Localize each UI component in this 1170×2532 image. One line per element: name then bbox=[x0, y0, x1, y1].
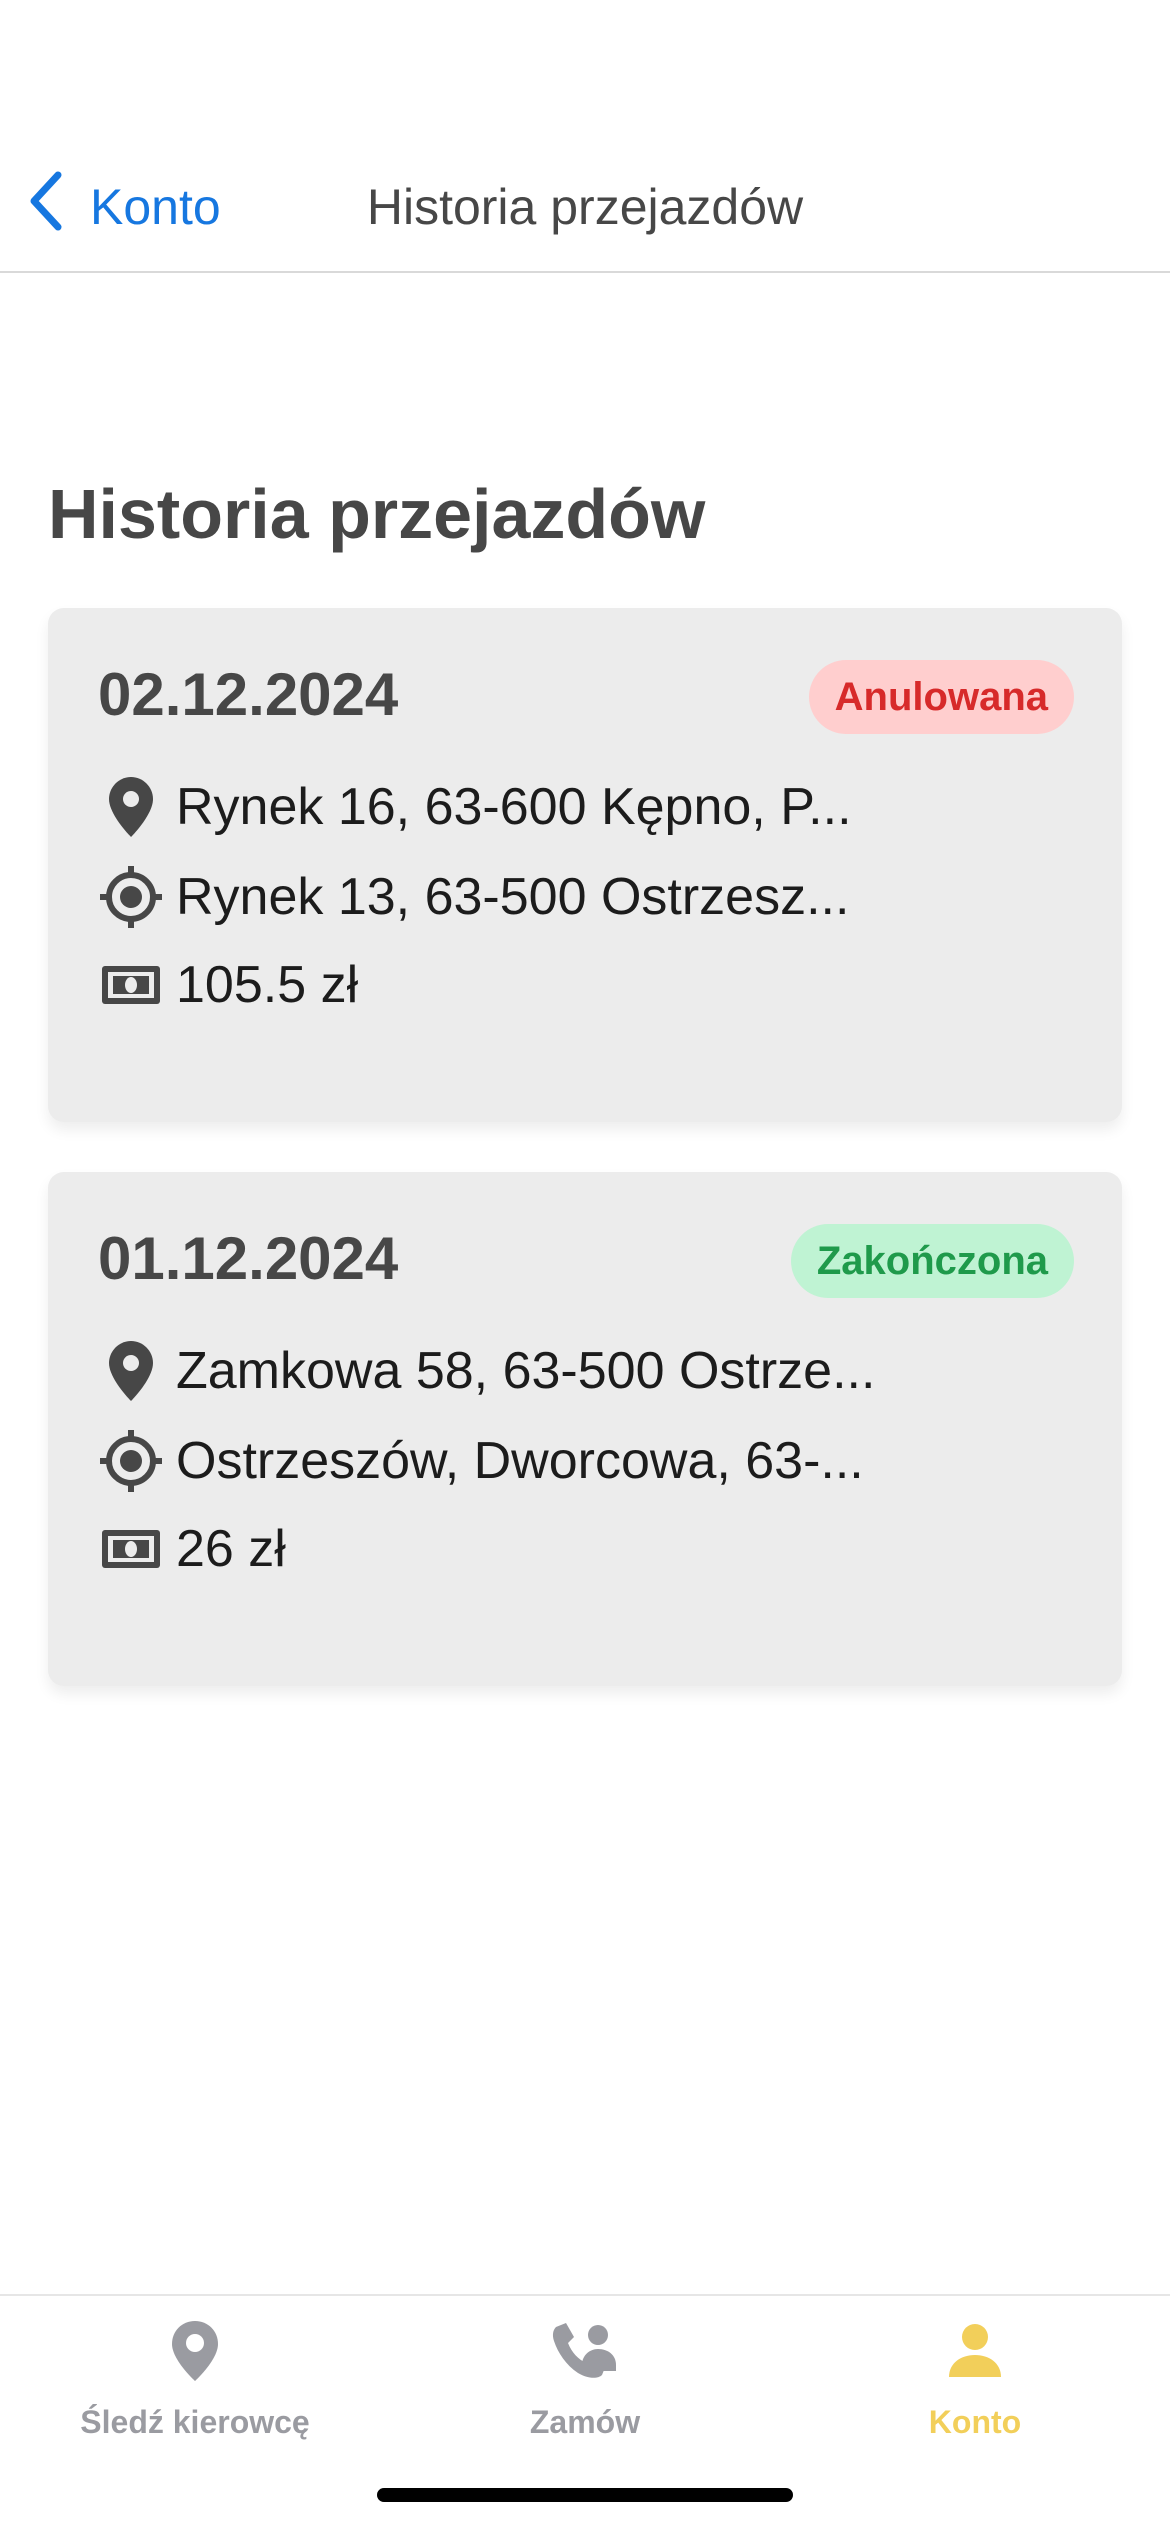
destination-address: Rynek 13, 63-500 Ostrzesz... bbox=[176, 868, 850, 926]
money-bill-icon bbox=[98, 1516, 164, 1582]
location-pin-icon bbox=[98, 1338, 164, 1404]
ride-card[interactable]: 01.12.2024 Zakończona Zamkowa 58, 63-500… bbox=[48, 1172, 1122, 1686]
price-row: 105.5 zł bbox=[98, 946, 358, 1024]
ride-date: 02.12.2024 bbox=[98, 661, 399, 728]
target-crosshair-icon bbox=[98, 1428, 164, 1494]
back-button[interactable]: Konto bbox=[24, 170, 221, 244]
phone-person-icon bbox=[550, 2316, 620, 2386]
ride-date: 01.12.2024 bbox=[98, 1225, 399, 1292]
ride-card[interactable]: 02.12.2024 Anulowana Rynek 16, 63-600 Kę… bbox=[48, 608, 1122, 1122]
tab-label: Śledź kierowcę bbox=[80, 2404, 310, 2440]
money-bill-icon bbox=[98, 952, 164, 1018]
location-pin-icon bbox=[98, 774, 164, 840]
tab-account[interactable]: Konto bbox=[780, 2316, 1170, 2441]
navigation-bar: Konto Historia przejazdów bbox=[0, 0, 1170, 273]
tab-track-driver[interactable]: Śledź kierowcę bbox=[0, 2316, 390, 2441]
price-row: 26 zł bbox=[98, 1510, 286, 1588]
status-badge: Anulowana bbox=[808, 660, 1074, 734]
pickup-address: Zamkowa 58, 63-500 Ostrze... bbox=[176, 1342, 876, 1400]
tab-order[interactable]: Zamów bbox=[390, 2316, 780, 2441]
pickup-address: Rynek 16, 63-600 Kępno, P... bbox=[176, 778, 852, 836]
ride-price: 26 zł bbox=[176, 1520, 286, 1578]
back-button-label: Konto bbox=[90, 179, 221, 235]
pickup-row: Zamkowa 58, 63-500 Ostrze... bbox=[98, 1332, 875, 1410]
location-pin-icon bbox=[160, 2316, 230, 2386]
pickup-row: Rynek 16, 63-600 Kępno, P... bbox=[98, 768, 852, 846]
tab-label: Konto bbox=[928, 2404, 1022, 2440]
status-badge: Zakończona bbox=[790, 1224, 1074, 1298]
chevron-left-icon bbox=[24, 169, 90, 245]
target-crosshair-icon bbox=[98, 864, 164, 930]
page-title: Historia przejazdów bbox=[48, 475, 706, 553]
person-icon bbox=[940, 2316, 1010, 2386]
ride-price: 105.5 zł bbox=[176, 956, 359, 1014]
tab-label: Zamów bbox=[529, 2404, 641, 2440]
destination-row: Rynek 13, 63-500 Ostrzesz... bbox=[98, 858, 849, 936]
destination-address: Ostrzeszów, Dworcowa, 63-... bbox=[176, 1432, 864, 1490]
home-indicator[interactable] bbox=[377, 2488, 793, 2502]
destination-row: Ostrzeszów, Dworcowa, 63-... bbox=[98, 1422, 864, 1500]
